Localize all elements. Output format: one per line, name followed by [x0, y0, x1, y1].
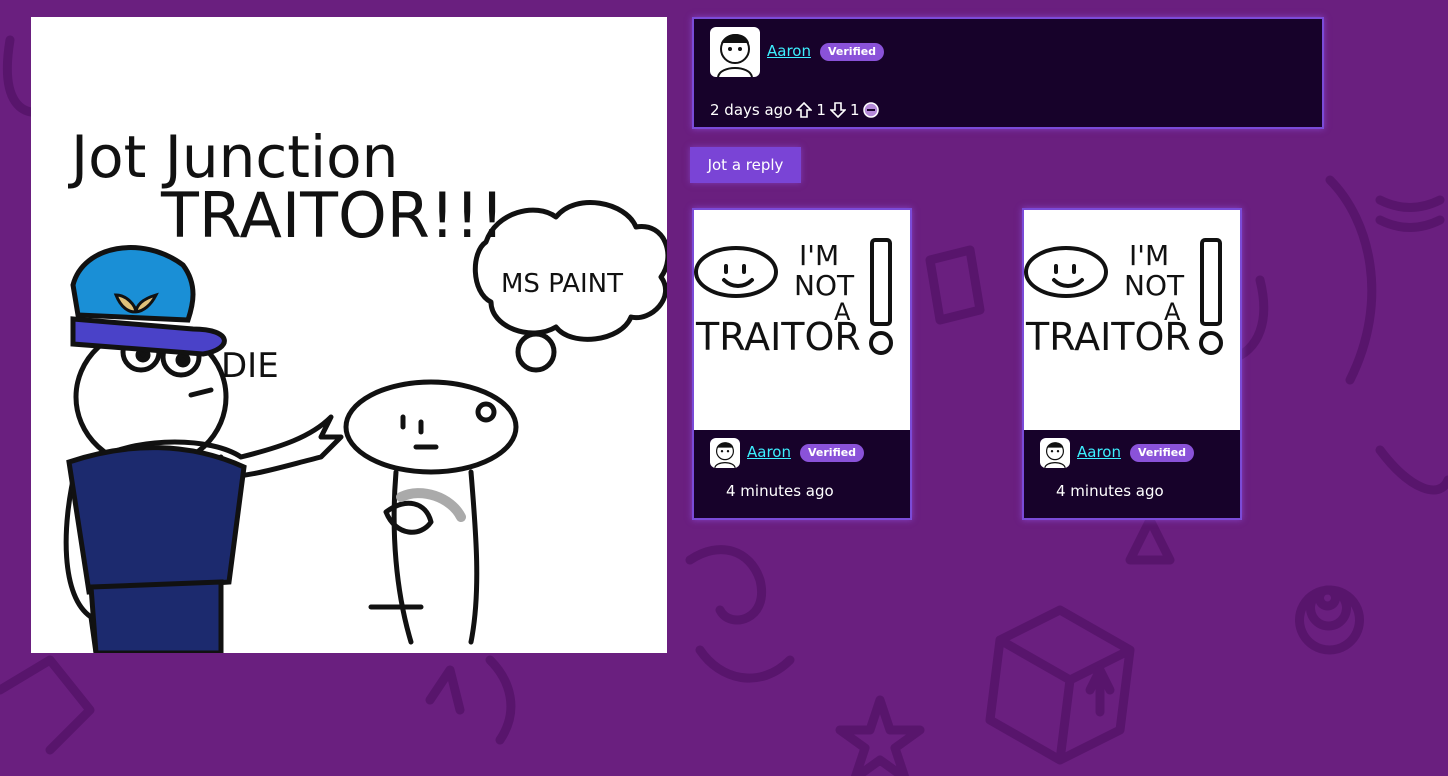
post-time: 2 days ago [710, 101, 793, 119]
post-username[interactable]: Aaron [767, 42, 811, 60]
user-avatar[interactable] [710, 438, 740, 468]
post-card: Aaron Verified 2 days ago 1 1 [692, 17, 1324, 129]
remove-vote-icon[interactable] [863, 102, 880, 118]
reply-card[interactable]: I'M NOT A TRAITOR Aaron Verified 4 minut… [692, 208, 912, 520]
reply-drawing-image[interactable]: I'M NOT A TRAITOR [1024, 210, 1240, 430]
reply-drawing-image[interactable]: I'M NOT A TRAITOR [694, 210, 910, 430]
user-avatar[interactable] [710, 27, 760, 77]
drawing-title-line2: TRAITOR!!! [160, 179, 504, 252]
speech-text: DIE [221, 346, 279, 386]
reply-drawing-text: TRAITOR [695, 315, 861, 359]
reply-username[interactable]: Aaron [747, 443, 791, 461]
user-avatar[interactable] [1040, 438, 1070, 468]
jot-a-reply-button[interactable]: Jot a reply [690, 147, 801, 183]
reply-time: 4 minutes ago [1056, 482, 1164, 500]
bubble-text: MS PAINT [501, 269, 623, 299]
verified-badge: Verified [1130, 444, 1195, 462]
reply-drawing-text: TRAITOR [1025, 315, 1191, 359]
downvote-count: 1 [849, 101, 860, 119]
reply-drawing-text: I'M [1129, 239, 1169, 272]
verified-badge: Verified [800, 444, 865, 462]
downvote-icon[interactable] [829, 102, 846, 118]
post-meta: 2 days ago 1 1 [710, 101, 880, 119]
upvote-icon[interactable] [796, 102, 813, 118]
upvote-count: 1 [816, 101, 826, 119]
main-drawing-image: Jot Junction TRAITOR!!! MS PAINT DIE [31, 17, 667, 653]
reply-drawing-text: I'M [799, 239, 839, 272]
reply-username[interactable]: Aaron [1077, 443, 1121, 461]
reply-card[interactable]: I'M NOT A TRAITOR Aaron Verified 4 minut… [1022, 208, 1242, 520]
reply-time: 4 minutes ago [726, 482, 834, 500]
verified-badge: Verified [820, 43, 885, 61]
